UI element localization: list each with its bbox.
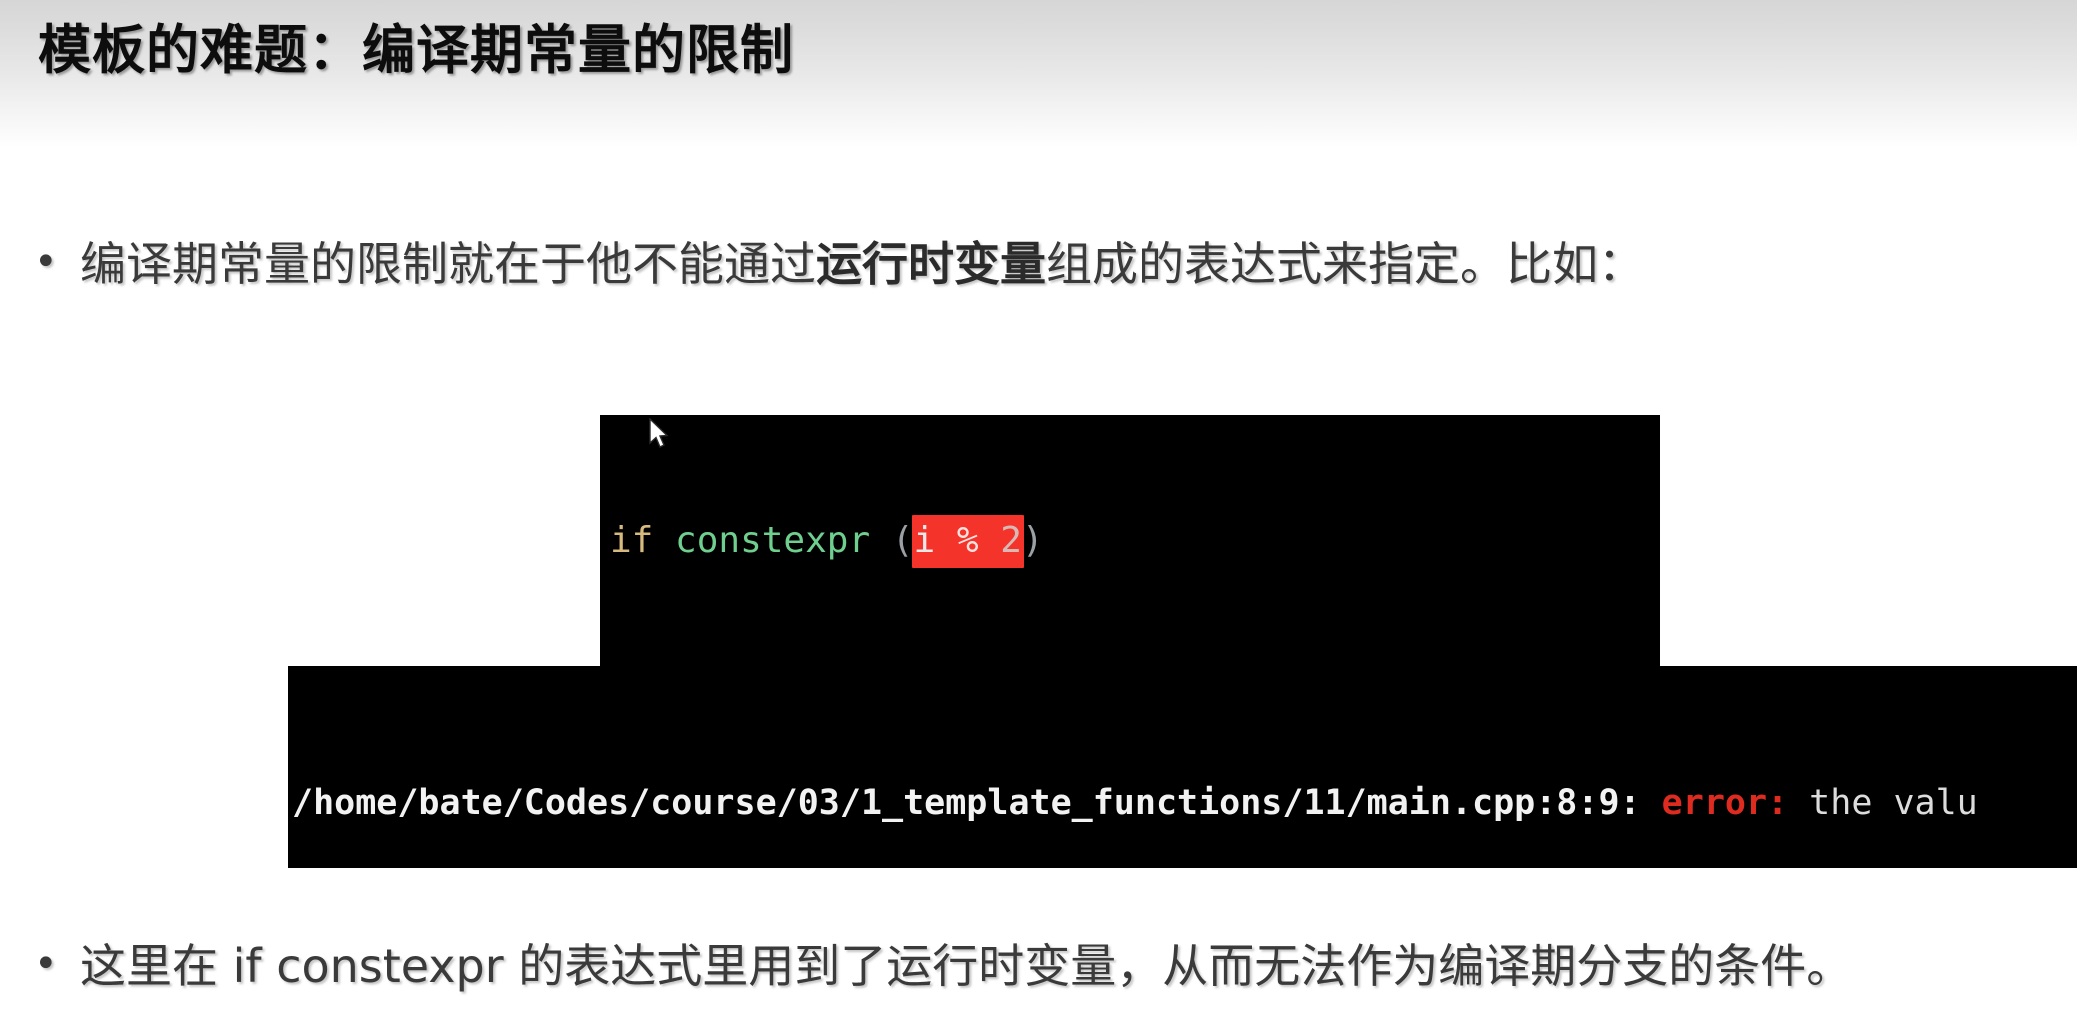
page-title: 模板的难题：编译期常量的限制 (38, 20, 794, 81)
terminal-line-1: /home/bate/Codes/course/03/1_template_fu… (292, 783, 1978, 823)
bullet-text-2: 这里在 if constexpr 的表达式里用到了运行时变量，从而无法作为编译期… (80, 939, 1853, 993)
code-selection-highlight: i % 2 (911, 515, 1024, 568)
slide-canvas: 模板的难题：编译期常量的限制 • 编译期常量的限制就在于他不能通过运行时变量组成… (0, 0, 2077, 1021)
bullet-item-1: • 编译期常量的限制就在于他不能通过运行时变量组成的表达式来指定。比如： (34, 236, 1644, 294)
bullet-marker-icon: • (34, 239, 58, 285)
bullet-text-1: 编译期常量的限制就在于他不能通过运行时变量组成的表达式来指定。比如： (80, 237, 1644, 291)
terminal-error-block: /home/bate/Codes/course/03/1_template_fu… (288, 666, 2077, 868)
bullet-marker-icon: • (34, 941, 58, 987)
bullet-item-2: • 这里在 if constexpr 的表达式里用到了运行时变量，从而无法作为编… (34, 938, 1852, 996)
code-line-1: if constexpr (i % 2) (610, 515, 1650, 568)
